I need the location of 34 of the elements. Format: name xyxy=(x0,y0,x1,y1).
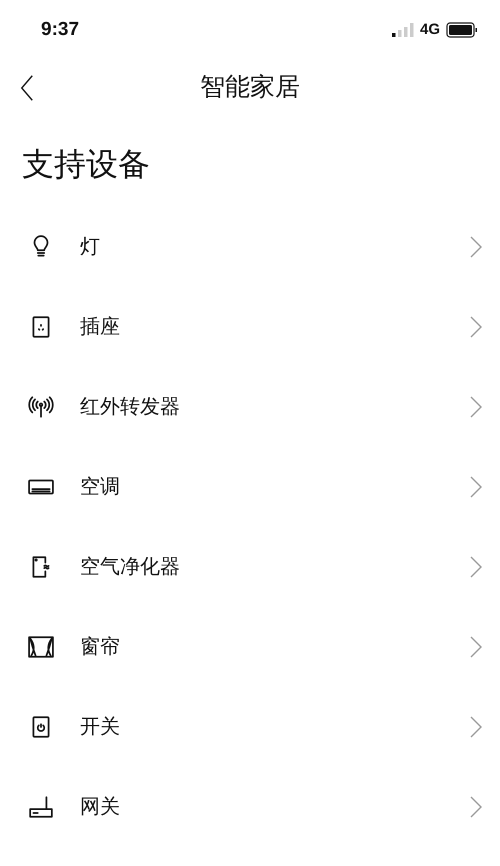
chevron-right-icon xyxy=(470,316,482,338)
section-heading: 支持设备 xyxy=(22,145,150,184)
back-icon[interactable] xyxy=(20,74,34,102)
chevron-right-icon xyxy=(470,236,482,258)
device-name: 网关 xyxy=(80,795,121,820)
device-name: 红外转发器 xyxy=(80,395,181,420)
device-name: 开关 xyxy=(80,715,121,740)
chevron-right-icon xyxy=(470,796,482,818)
device-row[interactable]: 插座 xyxy=(0,287,500,367)
curtain-icon xyxy=(28,634,54,660)
device-row[interactable]: 红外转发器 xyxy=(0,367,500,447)
device-row[interactable]: 空调 xyxy=(0,447,500,527)
antenna-icon xyxy=(28,394,54,420)
device-row[interactable]: 窗帘 xyxy=(0,607,500,687)
chevron-right-icon xyxy=(470,396,482,418)
battery-icon xyxy=(446,22,478,38)
chevron-right-icon xyxy=(470,476,482,498)
device-name: 空调 xyxy=(80,475,121,500)
signal-icon xyxy=(392,23,414,37)
device-name: 灯 xyxy=(80,235,101,260)
device-name: 插座 xyxy=(80,315,121,340)
chevron-right-icon xyxy=(470,716,482,738)
device-name: 空气净化器 xyxy=(80,555,181,580)
device-row[interactable]: 网关 xyxy=(0,767,500,847)
device-row[interactable]: 灯 xyxy=(0,207,500,287)
chevron-right-icon xyxy=(470,636,482,658)
device-name: 窗帘 xyxy=(80,635,121,660)
network-label: 4G xyxy=(420,20,440,40)
router-icon xyxy=(28,794,54,820)
page-title: 智能家居 xyxy=(200,72,300,104)
chevron-right-icon xyxy=(470,556,482,578)
device-row[interactable]: 开关 xyxy=(0,687,500,767)
status-time: 9:37 xyxy=(41,18,80,42)
device-row[interactable]: 空气净化器 xyxy=(0,527,500,607)
